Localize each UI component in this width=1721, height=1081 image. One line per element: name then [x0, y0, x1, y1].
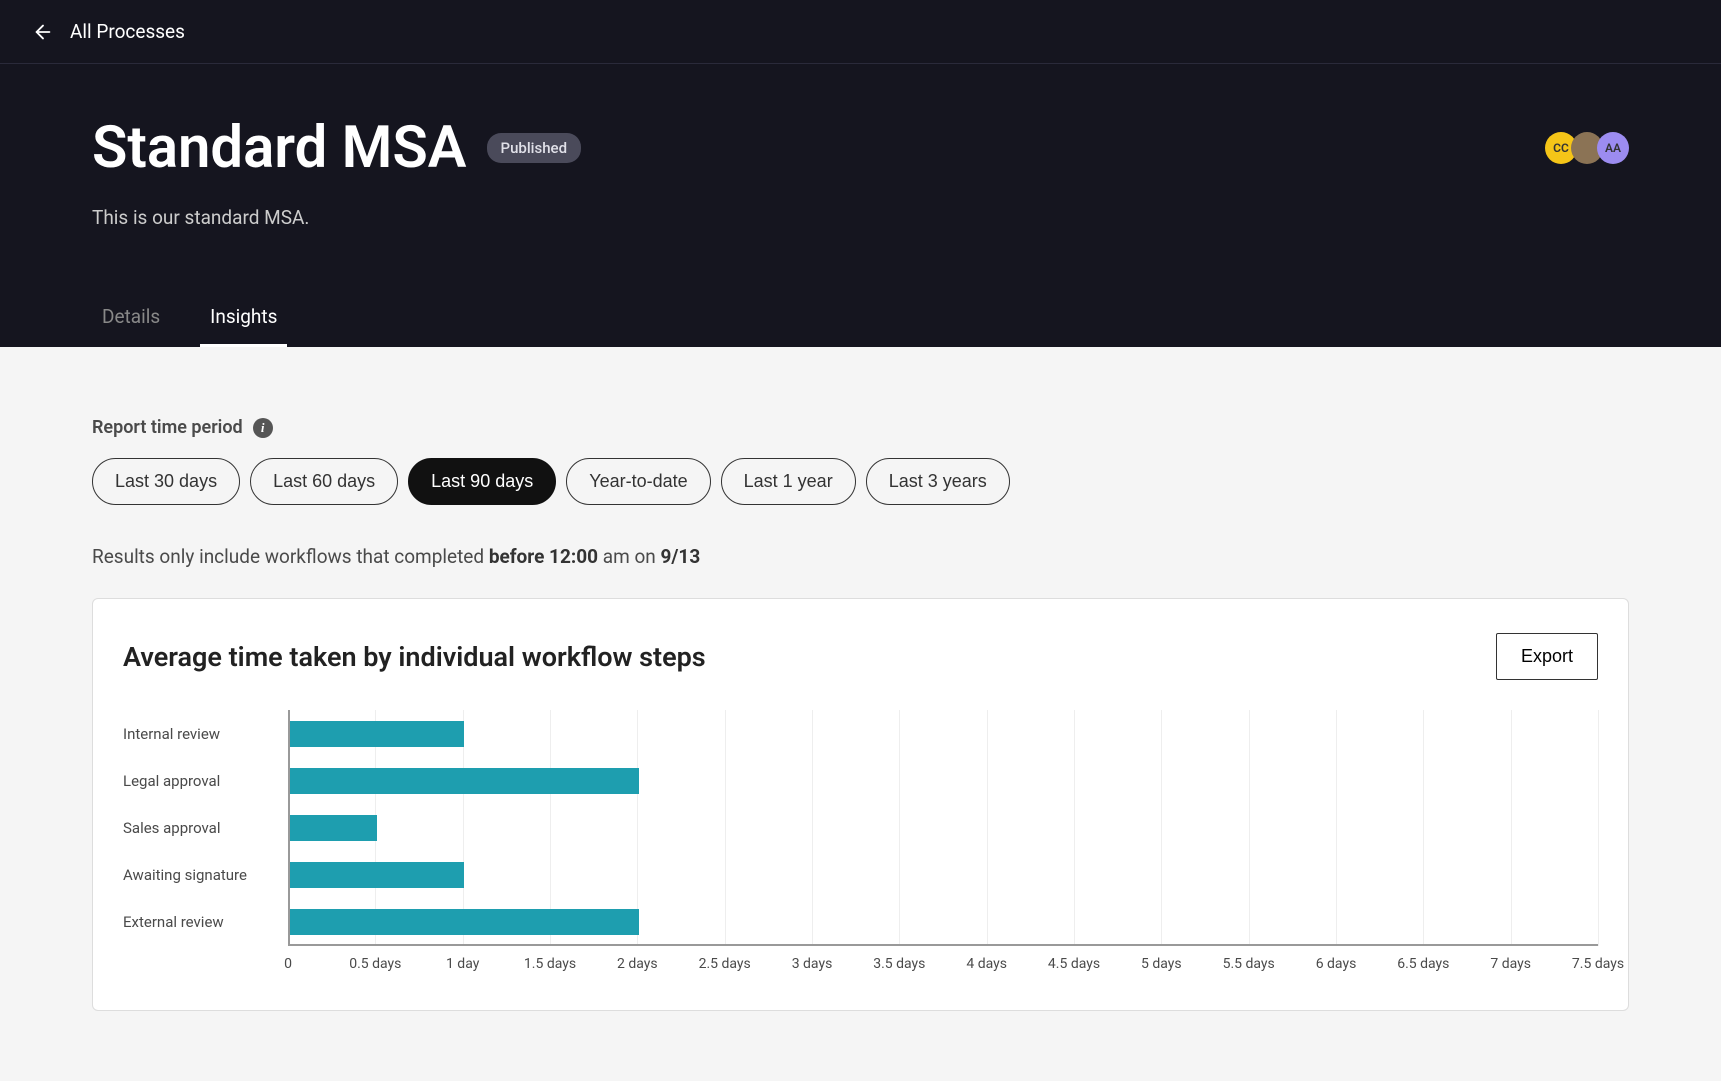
avatar-stack[interactable]: CC AA: [1551, 132, 1629, 164]
chart-x-label: 4 days: [966, 956, 1007, 972]
tabs: Details Insights: [0, 289, 1721, 347]
chart-x-label: 0: [284, 956, 292, 972]
chart-bar: [290, 862, 464, 888]
chart-x-label: 1 day: [446, 956, 479, 972]
chart-x-label: 2 days: [617, 956, 658, 972]
time-period-filter: Last 30 days Last 60 days Last 90 days Y…: [92, 458, 1629, 505]
chart-y-label: External review: [123, 898, 288, 945]
chart-gridline: [1598, 710, 1599, 946]
chart-bar: [290, 815, 377, 841]
chart-x-label: 6.5 days: [1397, 956, 1449, 972]
arrow-left-icon: [32, 21, 54, 43]
chart-y-label: Internal review: [123, 710, 288, 757]
chart-bar: [290, 721, 464, 747]
info-icon[interactable]: i: [253, 418, 273, 438]
chart-x-label: 3 days: [792, 956, 833, 972]
nav-back-label: All Processes: [70, 20, 185, 43]
tab-insights[interactable]: Insights: [200, 289, 287, 347]
nav-back[interactable]: All Processes: [0, 0, 1721, 64]
chart-x-label: 7 days: [1490, 956, 1531, 972]
chart-x-label: 3.5 days: [873, 956, 925, 972]
tab-details[interactable]: Details: [92, 289, 170, 347]
chart-y-label: Legal approval: [123, 757, 288, 804]
chart-x-label: 4.5 days: [1048, 956, 1100, 972]
page-title: Standard MSA: [92, 114, 467, 182]
chip-last-90-days[interactable]: Last 90 days: [408, 458, 556, 505]
chip-last-1-year[interactable]: Last 1 year: [721, 458, 856, 505]
chip-last-30-days[interactable]: Last 30 days: [92, 458, 240, 505]
chart-x-label: 1.5 days: [524, 956, 576, 972]
avatar[interactable]: AA: [1597, 132, 1629, 164]
chart-title: Average time taken by individual workflo…: [123, 641, 706, 673]
chart-x-label: 2.5 days: [699, 956, 751, 972]
status-badge: Published: [487, 133, 582, 163]
page-subtitle: This is our standard MSA.: [92, 206, 1629, 229]
chip-last-3-years[interactable]: Last 3 years: [866, 458, 1010, 505]
chart-x-label: 6 days: [1316, 956, 1357, 972]
chart: Internal reviewLegal approvalSales appro…: [123, 710, 1598, 946]
chart-x-label: 5.5 days: [1223, 956, 1275, 972]
chart-card: Average time taken by individual workflo…: [92, 598, 1629, 1011]
chart-x-label: 7.5 days: [1572, 956, 1624, 972]
filter-label: Report time period: [92, 417, 243, 438]
chart-y-label: Awaiting signature: [123, 851, 288, 898]
chip-year-to-date[interactable]: Year-to-date: [566, 458, 710, 505]
chart-bar: [290, 909, 639, 935]
chip-last-60-days[interactable]: Last 60 days: [250, 458, 398, 505]
chart-bar: [290, 768, 639, 794]
chart-x-label: 5 days: [1141, 956, 1182, 972]
results-note: Results only include workflows that comp…: [92, 545, 1629, 568]
export-button[interactable]: Export: [1496, 633, 1598, 680]
chart-x-label: 0.5 days: [349, 956, 401, 972]
chart-y-label: Sales approval: [123, 804, 288, 851]
